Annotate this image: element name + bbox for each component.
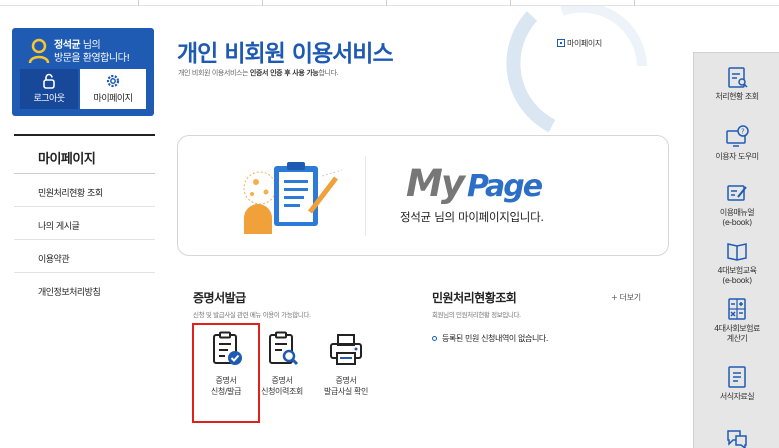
printer-icon — [330, 334, 362, 365]
sidebar-item-terms[interactable]: 이용약관 — [14, 240, 155, 273]
quick-label-helper: 이용자 도우미 — [715, 152, 759, 161]
sidebar-item-complaint-status[interactable]: 민원처리현황 조회 — [14, 174, 155, 207]
quick-item-status[interactable]: 처리현황 조회 — [694, 65, 779, 102]
quick-label-education-2: (e-book) — [722, 276, 752, 285]
quick-label-calculator-1: 4대사회보험료 — [714, 324, 760, 333]
sidebar-title: 마이페이지 — [14, 134, 155, 174]
user-name-suffix: 님의 — [80, 40, 101, 51]
quick-menu: 처리현황 조회 ? 이용자 도우미 이용매뉴얼 (e-book) 4대보험교육 … — [693, 52, 779, 448]
user-icon — [28, 38, 50, 64]
banner-message: 정석균 님의 마이페이지입니다. — [400, 210, 544, 224]
clipboard-search-icon — [728, 67, 748, 88]
welcome-text: 정석균 님의 방문을 환영합니다! — [54, 39, 130, 65]
chat-icon — [727, 430, 747, 448]
quick-label-manual-1: 이용매뉴얼 — [719, 208, 755, 217]
nav-separator — [386, 0, 387, 6]
certificate-history-button[interactable]: 증명서 신청이력조회 — [250, 325, 314, 397]
lock-icon — [43, 73, 55, 89]
quick-item-chat[interactable] — [694, 427, 779, 448]
logout-label: 로그아웃 — [33, 94, 65, 104]
logo-my: My — [406, 162, 465, 205]
cert-apply-line1: 증명서 — [215, 376, 237, 385]
document-list-icon — [728, 366, 746, 388]
nav-separator — [262, 0, 263, 6]
certificate-check-icon — [213, 331, 242, 365]
certificate-section-title: 증명서발급 — [193, 291, 246, 305]
user-welcome-box: 정석균 님의 방문을 환영합니다! 로그아웃 마이페이지 — [12, 28, 154, 116]
page-subtitle: 개인 비회원 이용서비스는 인증서 인증 후 사용 가능합니다. — [178, 68, 339, 78]
quick-label-calculator-2: 계산기 — [726, 334, 748, 343]
status-section-title: 민원처리현황조회 — [432, 291, 517, 305]
status-section-subtitle: 회원님의 민원처리현황 정보입니다. — [432, 311, 521, 319]
mypage-banner: My Page 정석균 님의 마이페이지입니다. — [177, 135, 669, 256]
bullet-icon — [432, 336, 437, 341]
page-subtitle-bold: 인증서 인증 후 사용 가능 — [249, 69, 319, 77]
quick-label-status: 처리현황 조회 — [715, 92, 759, 101]
sidebar-item-privacy-policy[interactable]: 개인정보처리방침 — [14, 273, 155, 306]
cert-verify-line1: 증명서 — [335, 376, 357, 385]
user-name: 정석균 — [54, 40, 81, 51]
mypage-button[interactable]: 마이페이지 — [80, 69, 146, 109]
calculator-icon — [728, 298, 746, 320]
sidebar-menu: 민원처리현황 조회 나의 게시글 이용약관 개인정보처리방침 — [14, 174, 155, 306]
page-subtitle-post: 합니다. — [318, 69, 339, 77]
quick-item-education[interactable]: 4대보험교육 (e-book) — [694, 239, 779, 286]
document-search-icon — [269, 331, 299, 366]
background-arc-decoration — [506, 6, 647, 133]
breadcrumb-current: 마이페이지 — [567, 39, 602, 48]
page-subtitle-pre: 개인 비회원 이용서비스는 — [178, 69, 250, 77]
mypage-label: 마이페이지 — [93, 94, 133, 104]
quick-item-helper[interactable]: ? 이용자 도우미 — [694, 125, 779, 162]
banner-divider — [365, 156, 366, 236]
quick-item-calculator[interactable]: 4대사회보험료 계산기 — [694, 297, 779, 344]
nav-separator — [138, 0, 139, 6]
quick-label-forms: 서식자료실 — [719, 392, 755, 401]
certificate-section-subtitle: 신청 및 발급사실 관련 메뉴 이용이 가능합니다. — [193, 311, 311, 319]
cert-history-line2: 신청이력조회 — [261, 387, 303, 396]
status-empty-text: 등록된 민원 신청내역이 없습니다. — [442, 334, 549, 343]
monitor-help-icon: ? — [726, 125, 749, 147]
mypage-logo: My Page — [406, 162, 543, 205]
cert-verify-line2: 발급사실 확인 — [324, 387, 368, 396]
page-root: 정석균 님의 방문을 환영합니다! 로그아웃 마이페이지 마이페이지 민원처리현… — [0, 0, 779, 448]
home-icon[interactable] — [557, 39, 565, 47]
logout-button[interactable]: 로그아웃 — [20, 69, 78, 109]
breadcrumb: 마이페이지 — [557, 38, 602, 49]
cert-apply-line2: 신청/발급 — [210, 387, 242, 396]
top-nav-bar — [0, 0, 779, 6]
quick-label-manual-2: (e-book) — [722, 218, 752, 227]
cert-history-line1: 증명서 — [271, 376, 293, 385]
status-empty-message: 등록된 민원 신청내역이 없습니다. — [432, 333, 548, 344]
welcome-message: 방문을 환영합니다! — [54, 53, 130, 64]
logo-page: Page — [466, 169, 543, 204]
quick-label-education-1: 4대보험교육 — [717, 266, 757, 275]
book-icon — [727, 243, 747, 261]
edit-manual-icon — [727, 185, 747, 201]
certificate-verify-button[interactable]: 증명서 발급사실 확인 — [314, 325, 378, 397]
certificate-apply-button[interactable]: 증명서 신청/발급 — [192, 323, 260, 423]
quick-item-manual[interactable]: 이용매뉴얼 (e-book) — [694, 181, 779, 228]
quick-item-forms[interactable]: 서식자료실 — [694, 365, 779, 402]
clipboard-illustration-icon — [243, 162, 343, 234]
gear-icon — [106, 74, 120, 88]
page-title: 개인 비회원 이용서비스 — [177, 41, 394, 67]
sidebar-item-my-posts[interactable]: 나의 게시글 — [14, 207, 155, 240]
more-link[interactable]: + 더보기 — [611, 292, 641, 303]
